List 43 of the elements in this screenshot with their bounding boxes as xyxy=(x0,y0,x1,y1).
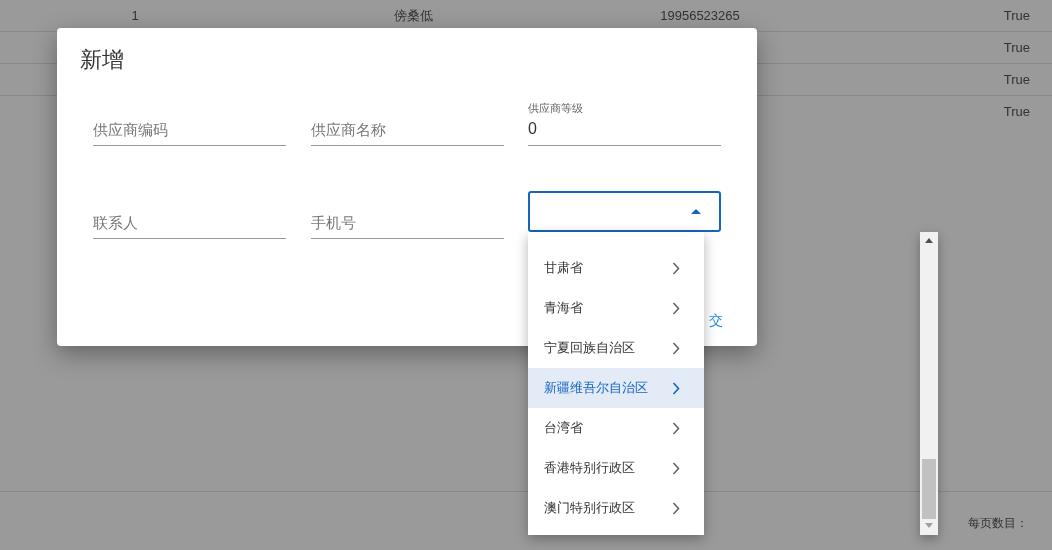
table-cell-text: 傍桑低 xyxy=(392,7,434,25)
input-field[interactable]: 供应商名称 xyxy=(311,98,504,146)
input-field[interactable]: 联系人 xyxy=(93,191,286,239)
chevron-right-icon xyxy=(672,502,680,515)
input-field[interactable]: 手机号 xyxy=(311,191,504,239)
scrollbar[interactable] xyxy=(920,232,938,535)
level-field[interactable]: 0 xyxy=(528,118,721,146)
scrollbar-thumb[interactable] xyxy=(922,459,936,519)
chevron-right-icon xyxy=(672,422,680,435)
table-cell-text: True xyxy=(1003,103,1030,121)
item-label: 香港特别行政区 xyxy=(544,459,635,477)
item-label: 宁夏回族自治区 xyxy=(544,339,635,357)
chevron-right-icon xyxy=(672,262,680,275)
item-label: 新疆维吾尔自治区 xyxy=(544,379,648,397)
region-select[interactable] xyxy=(528,191,721,232)
dropdown-item[interactable]: 宁夏回族自治区 xyxy=(528,328,704,368)
table-cell-text: 1 xyxy=(130,7,140,25)
table-cell-text: 19956523265 xyxy=(659,7,741,25)
table-cell-text: True xyxy=(1003,71,1030,89)
dropdown-item[interactable]: 台湾省 xyxy=(528,408,704,448)
item-label: 澳门特别行政区 xyxy=(544,499,635,517)
scroll-down-icon[interactable] xyxy=(925,523,933,528)
input-field[interactable]: 供应商编码 xyxy=(93,98,286,146)
caret-up-icon xyxy=(691,209,701,214)
dropdown-item[interactable]: 新疆维吾尔自治区 xyxy=(528,368,704,408)
dropdown-item[interactable]: 甘肃省 xyxy=(528,248,704,288)
page-size-label: 每页数目： xyxy=(968,515,1028,532)
item-label: 青海省 xyxy=(544,299,583,317)
field-label: 供应商等级 xyxy=(528,101,583,115)
item-label: 台湾省 xyxy=(544,419,583,437)
dialog-title: 新增 xyxy=(80,46,124,74)
table-cell-text: True xyxy=(1003,39,1030,57)
scroll-up-icon[interactable] xyxy=(925,238,933,243)
item-label: 甘肃省 xyxy=(544,259,583,277)
submit-button[interactable]: 交 xyxy=(709,310,723,330)
table-cell-text: True xyxy=(1003,7,1030,25)
chevron-right-icon xyxy=(672,342,680,355)
dropdown-item[interactable]: 青海省 xyxy=(528,288,704,328)
dropdown-item[interactable]: 香港特别行政区 xyxy=(528,448,704,488)
chevron-right-icon xyxy=(672,382,680,395)
chevron-right-icon xyxy=(672,302,680,315)
chevron-right-icon xyxy=(672,462,680,475)
dropdown-item[interactable]: 澳门特别行政区 xyxy=(528,488,704,528)
